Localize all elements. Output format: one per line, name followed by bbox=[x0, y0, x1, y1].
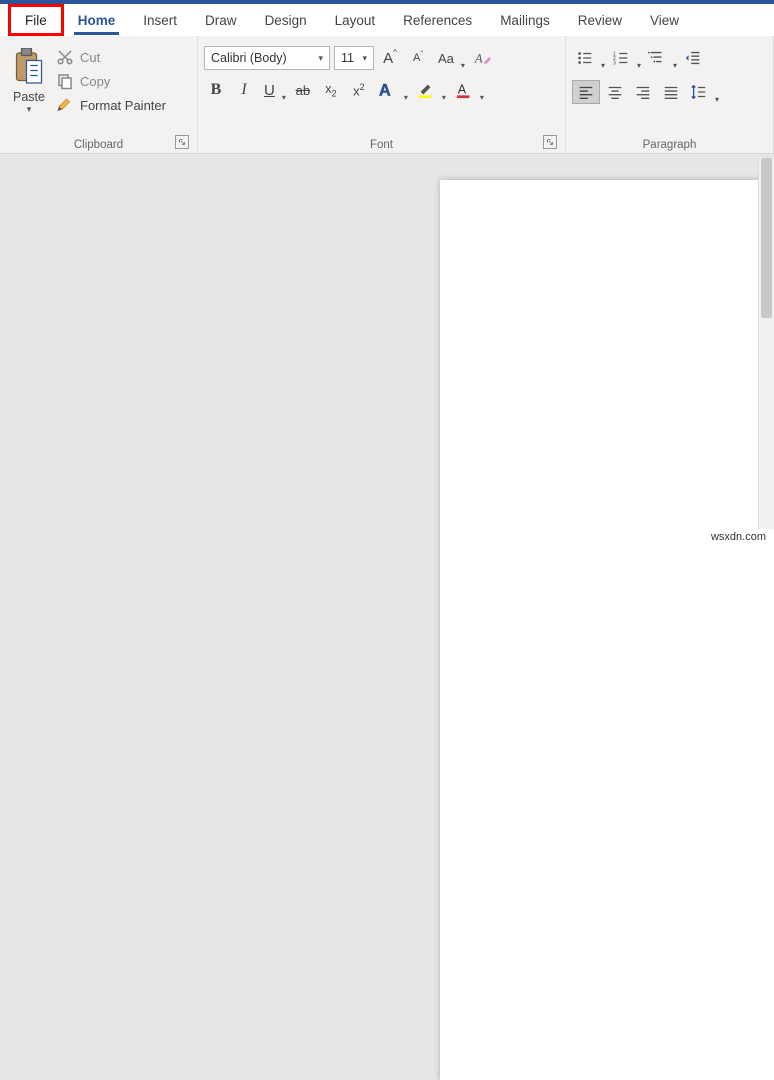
strikethrough-button[interactable]: ab bbox=[291, 78, 315, 102]
format-painter-button[interactable]: Format Painter bbox=[56, 96, 166, 114]
copy-label: Copy bbox=[80, 74, 110, 89]
tab-review[interactable]: Review bbox=[564, 4, 636, 36]
font-size-value: 11 bbox=[341, 51, 354, 65]
clipboard-dialog-launcher[interactable] bbox=[175, 135, 189, 149]
align-center-icon bbox=[606, 83, 624, 101]
superscript-button[interactable]: x2 bbox=[347, 78, 371, 102]
align-left-button[interactable] bbox=[572, 80, 600, 104]
svg-text:A: A bbox=[474, 52, 483, 66]
cut-label: Cut bbox=[80, 50, 100, 65]
align-right-icon bbox=[634, 83, 652, 101]
tab-view[interactable]: View bbox=[636, 4, 693, 36]
svg-text:A: A bbox=[458, 83, 467, 97]
bold-button[interactable]: B bbox=[204, 78, 228, 102]
outdent-icon bbox=[684, 49, 702, 67]
chevron-down-icon: ▾ bbox=[362, 53, 367, 64]
scrollbar-thumb[interactable] bbox=[761, 158, 772, 318]
tab-mailings[interactable]: Mailings bbox=[486, 4, 564, 36]
watermark-text: wsxdn.com bbox=[709, 531, 768, 543]
chevron-down-icon: ▾ bbox=[318, 53, 323, 64]
tab-references[interactable]: References bbox=[389, 4, 486, 36]
clipboard-group-label: Clipboard bbox=[74, 139, 123, 151]
line-spacing-button[interactable] bbox=[686, 80, 720, 104]
bullets-icon bbox=[576, 49, 594, 67]
numbering-button[interactable]: 123 bbox=[608, 46, 642, 70]
underline-button[interactable]: U bbox=[260, 78, 287, 102]
decrease-indent-button[interactable] bbox=[680, 46, 706, 70]
tab-home[interactable]: Home bbox=[64, 4, 130, 36]
launcher-icon bbox=[178, 138, 186, 146]
ribbon-tabs: File Home Insert Draw Design Layout Refe… bbox=[0, 0, 774, 36]
font-size-select[interactable]: 11 ▾ bbox=[334, 46, 374, 70]
cut-button[interactable]: Cut bbox=[56, 48, 166, 66]
font-color-icon: A bbox=[455, 81, 473, 99]
document-workspace bbox=[0, 158, 774, 547]
paste-dropdown-icon[interactable]: ▾ bbox=[27, 104, 32, 115]
line-spacing-icon bbox=[690, 83, 708, 101]
tab-insert[interactable]: Insert bbox=[129, 4, 191, 36]
ribbon: Paste ▾ Cut Copy Format Painter Clipbo bbox=[0, 36, 774, 154]
align-center-button[interactable] bbox=[602, 80, 628, 104]
launcher-icon bbox=[546, 138, 554, 146]
clear-formatting-button[interactable]: A bbox=[470, 46, 496, 70]
font-group-label: Font bbox=[370, 139, 393, 151]
multilevel-list-button[interactable] bbox=[644, 46, 678, 70]
text-effects-icon: A bbox=[379, 81, 397, 99]
svg-text:3: 3 bbox=[613, 60, 616, 66]
scissors-icon bbox=[56, 48, 74, 66]
grow-font-button[interactable]: A^ bbox=[378, 46, 402, 70]
superscript-icon: x2 bbox=[353, 82, 365, 98]
align-right-button[interactable] bbox=[630, 80, 656, 104]
multilevel-icon bbox=[648, 49, 666, 67]
copy-button[interactable]: Copy bbox=[56, 72, 166, 90]
tab-layout[interactable]: Layout bbox=[321, 4, 390, 36]
font-name-select[interactable]: Calibri (Body) ▾ bbox=[204, 46, 330, 70]
italic-button[interactable]: I bbox=[232, 78, 256, 102]
group-font: Calibri (Body) ▾ 11 ▾ A^ Aˇ Aa A bbox=[198, 36, 566, 153]
shrink-font-icon: A bbox=[413, 52, 420, 64]
font-dialog-launcher[interactable] bbox=[543, 135, 557, 149]
justify-button[interactable] bbox=[658, 80, 684, 104]
grow-font-icon: A bbox=[383, 50, 393, 67]
change-case-button[interactable]: Aa bbox=[434, 46, 466, 70]
paste-label: Paste bbox=[13, 90, 45, 104]
highlight-button[interactable] bbox=[413, 78, 447, 102]
clear-format-icon: A bbox=[474, 49, 492, 67]
document-page[interactable] bbox=[440, 180, 774, 1080]
text-effects-button[interactable]: A bbox=[375, 78, 409, 102]
vertical-scrollbar[interactable] bbox=[758, 158, 774, 529]
subscript-icon: x2 bbox=[325, 81, 337, 99]
tab-draw[interactable]: Draw bbox=[191, 4, 251, 36]
paragraph-group-label: Paragraph bbox=[643, 139, 697, 151]
numbering-icon: 123 bbox=[612, 49, 630, 67]
shrink-font-button[interactable]: Aˇ bbox=[406, 46, 430, 70]
copy-icon bbox=[56, 72, 74, 90]
change-case-icon: Aa bbox=[438, 51, 454, 66]
group-paragraph: 123 Paragraph bbox=[566, 36, 774, 153]
underline-icon: U bbox=[264, 82, 275, 99]
strike-icon: ab bbox=[296, 83, 310, 98]
font-color-button[interactable]: A bbox=[451, 78, 485, 102]
paintbrush-icon bbox=[56, 96, 74, 114]
justify-icon bbox=[662, 83, 680, 101]
font-name-value: Calibri (Body) bbox=[211, 51, 287, 65]
paste-button[interactable]: Paste ▾ bbox=[6, 40, 52, 115]
svg-text:A: A bbox=[379, 81, 391, 99]
tab-design[interactable]: Design bbox=[251, 4, 321, 36]
tab-file[interactable]: File bbox=[8, 4, 64, 36]
subscript-button[interactable]: x2 bbox=[319, 78, 343, 102]
format-painter-label: Format Painter bbox=[80, 98, 166, 113]
bullets-button[interactable] bbox=[572, 46, 606, 70]
paste-icon bbox=[14, 48, 44, 88]
group-clipboard: Paste ▾ Cut Copy Format Painter Clipbo bbox=[0, 36, 198, 153]
highlight-icon bbox=[417, 81, 435, 99]
align-left-icon bbox=[577, 83, 595, 101]
